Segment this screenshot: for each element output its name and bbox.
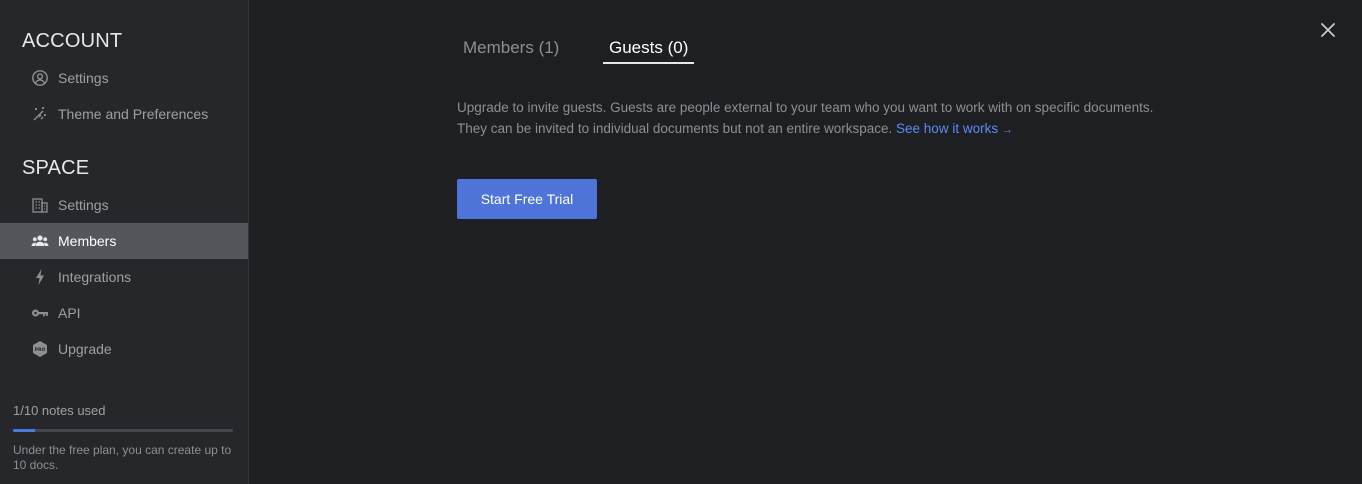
lightning-icon [31,268,49,286]
tab-guests[interactable]: Guests (0) [603,36,695,64]
notes-usage-progress [13,429,233,432]
sidebar-item-members[interactable]: Members [0,223,248,259]
sidebar-item-label: Integrations [58,269,132,285]
magic-wand-icon [31,105,49,123]
people-icon [31,232,49,250]
notes-usage-label: 1/10 notes used [13,403,106,418]
building-icon [31,196,49,214]
settings-sidebar: ACCOUNT Settings Theme and Preferences S… [0,0,249,484]
sidebar-item-integrations[interactable]: Integrations [0,259,248,295]
sidebar-item-theme-preferences[interactable]: Theme and Preferences [0,96,248,132]
guests-upgrade-description: Upgrade to invite guests. Guests are peo… [457,97,1157,141]
svg-text:PRO: PRO [35,347,46,353]
start-free-trial-button[interactable]: Start Free Trial [457,179,597,219]
space-section-title: SPACE [22,157,90,179]
sidebar-item-label: Members [58,233,117,249]
sidebar-item-upgrade[interactable]: PRO Upgrade [0,331,248,367]
sidebar-item-label: Upgrade [58,341,112,357]
close-button[interactable] [1317,19,1339,41]
sidebar-item-api[interactable]: API [0,295,248,331]
see-how-it-works-link[interactable]: See how it works → [896,121,1013,136]
user-circle-icon [31,69,49,87]
sidebar-item-space-settings[interactable]: Settings [0,187,248,223]
sidebar-item-label: Settings [58,197,109,213]
pro-badge-icon: PRO [31,340,49,358]
sidebar-item-label: API [58,305,81,321]
sidebar-item-label: Settings [58,70,109,86]
notes-usage-progress-fill [13,429,35,432]
sidebar-item-account-settings[interactable]: Settings [0,60,248,96]
account-section-title: ACCOUNT [22,30,123,52]
key-icon [31,304,49,322]
free-plan-note: Under the free plan, you can create up t… [13,443,232,472]
description-text: Upgrade to invite guests. Guests are peo… [457,100,1154,136]
settings-modal: ACCOUNT Settings Theme and Preferences S… [0,0,1362,484]
tab-members[interactable]: Members (1) [457,36,565,62]
sidebar-item-label: Theme and Preferences [58,106,209,122]
link-label: See how it works [896,121,999,136]
arrow-right-icon: → [1001,124,1013,136]
close-icon [1321,23,1335,37]
